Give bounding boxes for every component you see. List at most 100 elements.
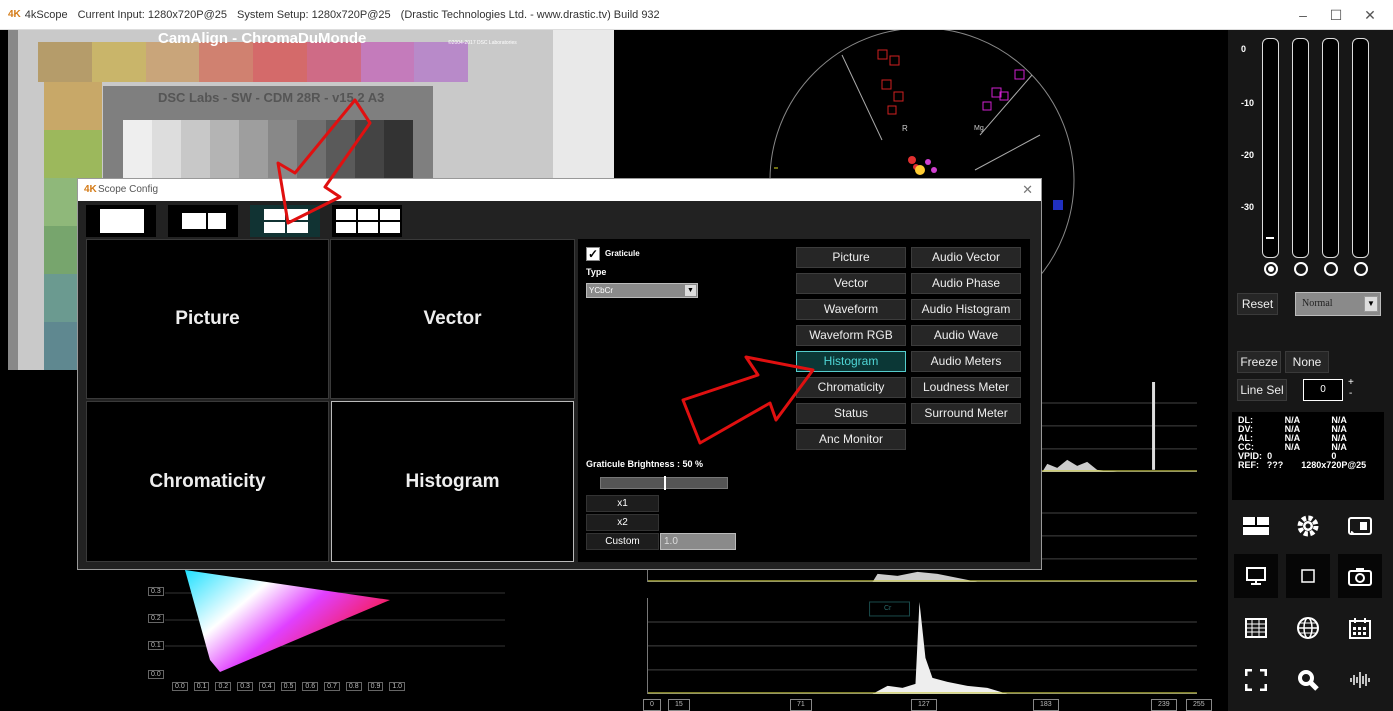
chroma-x-tick: 0.5	[280, 682, 297, 691]
meter-select-radio-3[interactable]	[1324, 262, 1338, 276]
reset-button[interactable]: Reset	[1237, 293, 1278, 315]
slider-handle[interactable]	[664, 476, 666, 490]
signal-status-box: DL: N/A N/A DV: N/A N/A AL: N/A N/A CC: N/A N/A …	[1232, 412, 1384, 500]
scope-button-audio-histogram[interactable]: Audio Histogram	[911, 299, 1021, 320]
chroma-x-tick: 0.7	[324, 682, 340, 691]
scope-button-loudness-meter[interactable]: Loudness Meter	[911, 377, 1021, 398]
callout-arrow-layout	[276, 98, 372, 225]
chroma-x-tick: 1.0	[389, 682, 406, 691]
freeze-button[interactable]: Freeze	[1237, 351, 1281, 373]
graticule-checkbox[interactable]: ✓	[586, 247, 600, 261]
vector-line-r	[841, 54, 883, 141]
cast-icon[interactable]	[1338, 504, 1382, 548]
right-control-panel: 0 -10 -20 -30 Reset Normal ▼ Freeze None…	[1228, 30, 1393, 711]
audio-meter-2	[1292, 38, 1309, 258]
chroma-x-tick: 0.2	[215, 682, 232, 691]
camera-icon[interactable]	[1338, 554, 1382, 598]
chroma-y-tick: 0.1	[148, 641, 164, 650]
audio-meter-4	[1352, 38, 1369, 258]
calendar-icon[interactable]	[1338, 606, 1382, 650]
meter-scale-label: -10	[1241, 98, 1255, 108]
app-root: 4K 4kScope Current Input: 1280x720P@25 S…	[0, 0, 1393, 711]
meter-mode-select[interactable]: Normal ▼	[1295, 292, 1381, 316]
zoom-custom-button[interactable]: Custom	[586, 533, 659, 550]
scope-button-audio-phase[interactable]: Audio Phase	[911, 273, 1021, 294]
axis-tick: 71	[790, 699, 812, 711]
type-label: Type	[586, 267, 607, 277]
vector-label-r: R	[902, 124, 908, 133]
scope-button-picture[interactable]: Picture	[796, 247, 906, 268]
dialog-close-button[interactable]: ✕	[1022, 179, 1033, 201]
layout-cell-vector[interactable]: Vector	[330, 239, 575, 399]
close-button[interactable]: ✕	[1350, 0, 1390, 30]
vendor-text: (Drastic Technologies Ltd. - www.drastic…	[400, 8, 660, 21]
layout-icon[interactable]	[1234, 504, 1278, 548]
axis-tick: 255	[1186, 699, 1212, 711]
current-input-text: Current Input: 1280x720P@25	[77, 8, 227, 21]
layout-single-button[interactable]	[86, 205, 156, 237]
scope-config-dialog: 4K Scope Config ✕ Picture Vector Chromat…	[77, 178, 1042, 570]
line-decrement-button[interactable]: -	[1349, 388, 1352, 399]
audio-waveform-icon[interactable]	[1338, 658, 1382, 702]
axis-tick: 0	[643, 699, 661, 711]
chart-copyright-text: ©2004-2017 DSC Laboratories	[448, 40, 517, 46]
chroma-x-tick: 0.6	[302, 682, 319, 691]
line-number-field[interactable]: 0	[1303, 379, 1343, 401]
axis-tick: 183	[1033, 699, 1059, 711]
line-select-button[interactable]: Line Sel	[1237, 379, 1287, 401]
status-key: REF:	[1238, 460, 1259, 470]
audio-meter-3	[1322, 38, 1339, 258]
chart-title-text: CamAlign - ChromaDuMonde	[158, 30, 367, 47]
meter-scale-label: -20	[1241, 150, 1255, 160]
layout-cell-histogram[interactable]: Histogram	[331, 401, 574, 562]
scope-button-audio-vector[interactable]: Audio Vector	[911, 247, 1021, 268]
scope-button-waveform[interactable]: Waveform	[796, 299, 906, 320]
layout-split-button[interactable]	[168, 205, 238, 237]
zoom-x1-button[interactable]: x1	[586, 495, 659, 512]
callout-arrow-histogram	[681, 355, 815, 445]
scope-button-vector[interactable]: Vector	[796, 273, 906, 294]
scope-button-surround-meter[interactable]: Surround Meter	[911, 403, 1021, 424]
dialog-logo-icon: 4K	[84, 184, 97, 195]
magnify-search-icon[interactable]	[1286, 658, 1330, 702]
status-row: DV: N/A N/A	[1238, 425, 1378, 434]
axis-tick: 127	[911, 699, 937, 711]
type-select[interactable]: YCbCr ▼	[586, 283, 698, 298]
window-square-icon[interactable]	[1286, 554, 1330, 598]
spreadsheet-icon[interactable]	[1234, 606, 1278, 650]
chroma-x-tick: 0.8	[345, 682, 362, 691]
chroma-y-tick: 0.0	[148, 670, 164, 679]
scope-button-audio-wave[interactable]: Audio Wave	[911, 325, 1021, 346]
zoom-x2-button[interactable]: x2	[586, 514, 659, 531]
chroma-x-tick: 0.1	[193, 682, 210, 691]
settings-gear-icon[interactable]	[1286, 504, 1330, 548]
chevron-down-icon: ▼	[685, 285, 696, 296]
globe-icon[interactable]	[1286, 606, 1330, 650]
status-row: AL: N/A N/A	[1238, 434, 1378, 443]
meter-select-radio-1[interactable]	[1264, 262, 1278, 276]
layout-cell-picture[interactable]: Picture	[86, 239, 329, 399]
none-button[interactable]: None	[1285, 351, 1329, 373]
chevron-down-icon: ▼	[1364, 296, 1378, 312]
meter-select-radio-2[interactable]	[1294, 262, 1308, 276]
scope-button-waveform-rgb[interactable]: Waveform RGB	[796, 325, 906, 346]
line-increment-button[interactable]: +	[1348, 377, 1354, 388]
type-select-value: YCbCr	[589, 286, 614, 295]
scope-button-audio-meters[interactable]: Audio Meters	[911, 351, 1021, 372]
audio-meters: 0 -10 -20 -30	[1228, 30, 1384, 280]
status-row: REF:??? 1280x720P@25	[1238, 461, 1378, 470]
chroma-x-tick: 0.3	[237, 682, 253, 691]
chroma-x-tick: 0.4	[258, 682, 275, 691]
monitor-icon[interactable]	[1234, 554, 1278, 598]
vector-label-mg: Mg	[974, 125, 984, 132]
custom-zoom-field[interactable]: 1.0	[660, 533, 736, 550]
app-name: 4kScope	[24, 8, 68, 21]
system-setup-text: System Setup: 1280x720P@25	[237, 8, 391, 21]
fullscreen-icon[interactable]	[1234, 658, 1278, 702]
graticule-brightness-slider[interactable]	[600, 476, 728, 490]
layout-cell-chromaticity[interactable]: Chromaticity	[86, 401, 329, 562]
meter-scale-label: 0	[1241, 44, 1247, 54]
graticule-label: Graticule	[605, 249, 640, 258]
axis-tick: 239	[1151, 699, 1177, 711]
meter-select-radio-4[interactable]	[1354, 262, 1368, 276]
